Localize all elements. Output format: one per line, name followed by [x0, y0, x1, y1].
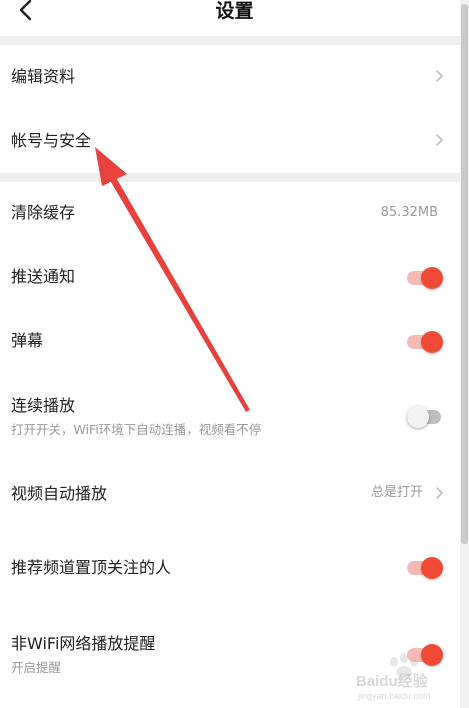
settings-item-description: 打开开关，WiFi环境下自动连播，视频看不停 — [11, 422, 262, 437]
settings-item-push-notify: 推送通知 — [0, 246, 460, 310]
settings-item-continuous-play: 连续播放 打开开关，WiFi环境下自动连播，视频看不停 — [0, 374, 460, 456]
autoplay-value: 总是打开 — [370, 485, 423, 500]
watermark-url: jingyan.baidu.com — [357, 691, 431, 701]
settings-item-label: 编辑资料 — [11, 67, 76, 86]
continuous-play-toggle[interactable] — [407, 406, 443, 428]
pin-followed-toggle[interactable] — [407, 557, 443, 579]
danmaku-toggle[interactable] — [407, 331, 443, 353]
chevron-right-icon — [436, 134, 443, 146]
section-divider — [0, 36, 460, 45]
settings-item-label: 帐号与安全 — [11, 131, 92, 150]
settings-item-label: 推荐频道置顶关注的人 — [11, 558, 172, 577]
settings-item-description: 开启提醒 — [11, 660, 62, 675]
settings-item-edit-profile[interactable]: 编辑资料 — [0, 45, 460, 109]
settings-item-danmaku: 弹幕 — [0, 310, 460, 374]
scrollbar-thumb[interactable] — [461, 4, 468, 544]
settings-item-video-autoplay[interactable]: 视频自动播放 总是打开 — [0, 456, 460, 532]
baidu-watermark-icon: Baidu经验 jingyan.baidu.com — [356, 653, 431, 701]
settings-item-label: 清除缓存 — [11, 203, 76, 222]
settings-item-pin-followed: 推荐频道置顶关注的人 — [0, 532, 460, 606]
scrollbar-track[interactable] — [460, 0, 469, 708]
settings-item-label: 连续播放 — [11, 396, 76, 415]
settings-item-label: 推送通知 — [11, 267, 76, 286]
settings-item-clear-cache[interactable]: 清除缓存 85.32MB — [0, 182, 460, 246]
toggle-knob — [421, 267, 443, 289]
section-divider — [0, 173, 460, 182]
push-notify-toggle[interactable] — [407, 267, 443, 289]
watermark-brand: Baidu经验 — [356, 672, 429, 690]
top-bar: 设置 — [0, 0, 469, 34]
chevron-right-icon — [436, 70, 443, 82]
toggle-knob — [421, 557, 443, 579]
settings-item-label: 弹幕 — [11, 331, 44, 350]
settings-item-label: 视频自动播放 — [11, 484, 108, 503]
toggle-knob — [421, 331, 443, 353]
chevron-right-icon — [436, 487, 443, 499]
page-title: 设置 — [215, 0, 254, 22]
toggle-knob — [407, 406, 429, 428]
cache-size-value: 85.32MB — [380, 205, 438, 220]
settings-item-label: 非WiFi网络播放提醒 — [11, 634, 156, 653]
settings-item-account-security[interactable]: 帐号与安全 — [0, 109, 460, 173]
